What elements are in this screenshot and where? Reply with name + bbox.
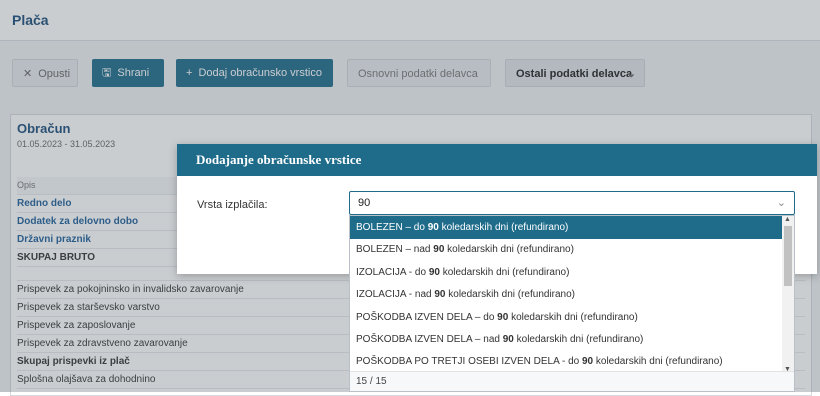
option-text-suffix: koledarskih dni (refundirano) bbox=[438, 222, 569, 233]
payment-type-select[interactable]: 90 ⌄ bbox=[349, 191, 795, 215]
option-match-highlight: 90 bbox=[433, 244, 445, 256]
payroll-page: Plača ✕ Opusti 🖫 Shrani + Dodaj obračunsko … bbox=[0, 0, 820, 396]
option-text-suffix: koledarskih dni (refundirano) bbox=[593, 356, 723, 368]
results-count: 15 / 15 bbox=[350, 371, 794, 391]
payment-type-input[interactable]: 90 bbox=[358, 197, 370, 209]
dropdown-option[interactable]: IZOLACIJA - nad 90 koledarskih dni (refu… bbox=[350, 283, 782, 306]
option-text-prefix: POŠKODBA IZVEN DELA – nad bbox=[356, 334, 503, 345]
option-text-suffix: koledarskih dni (refundirano) bbox=[508, 311, 638, 323]
option-match-highlight: 90 bbox=[497, 311, 509, 323]
option-text-prefix: POŠKODBA PO TRETJI OSEBI IZVEN DELA - do bbox=[356, 356, 582, 368]
option-text-prefix: IZOLACIJA - nad bbox=[356, 289, 435, 301]
option-match-highlight: 90 bbox=[582, 356, 594, 368]
payment-type-label: Vrsta izplačila: bbox=[197, 199, 268, 211]
scrollbar-thumb[interactable] bbox=[784, 226, 792, 286]
option-text-suffix: koledarskih dni (refundirano) bbox=[439, 266, 570, 278]
option-text-prefix: BOLEZEN – do bbox=[356, 222, 428, 233]
chevron-down-icon: ⌄ bbox=[776, 197, 786, 209]
option-match-highlight: 90 bbox=[502, 334, 514, 345]
option-text-prefix: BOLEZEN – nad bbox=[356, 244, 434, 256]
option-text-prefix: POŠKODBA IZVEN DELA – do bbox=[356, 311, 498, 323]
option-text-suffix: koledarskih dni (refundirano) bbox=[445, 289, 576, 301]
dropdown-option[interactable]: BOLEZEN – nad 90 koledarskih dni (refund… bbox=[350, 238, 782, 261]
dropdown-option[interactable]: IZOLACIJA - do 90 koledarskih dni (refun… bbox=[350, 261, 782, 284]
dropdown-option[interactable]: BOLEZEN – do 90 koledarskih dni (refundi… bbox=[350, 216, 782, 239]
option-text-suffix: koledarskih dni (refundirano) bbox=[444, 244, 574, 256]
payment-type-dropdown: BOLEZEN – do 90 koledarskih dni (refundi… bbox=[349, 215, 795, 392]
dropdown-scrollbar[interactable]: ▲ ▼ bbox=[782, 216, 794, 373]
dropdown-option[interactable]: POŠKODBA PO TRETJI OSEBI IZVEN DELA - do… bbox=[350, 350, 782, 373]
dropdown-option[interactable]: POŠKODBA IZVEN DELA – do 90 koledarskih … bbox=[350, 306, 782, 329]
scroll-up-icon[interactable]: ▲ bbox=[784, 216, 791, 223]
option-text-suffix: koledarskih dni (refundirano) bbox=[513, 334, 644, 345]
option-text-prefix: IZOLACIJA - do bbox=[356, 266, 429, 278]
dialog-title: Dodajanje obračunske vrstice bbox=[177, 144, 817, 176]
option-match-highlight: 90 bbox=[427, 222, 439, 233]
option-match-highlight: 90 bbox=[434, 289, 446, 301]
option-match-highlight: 90 bbox=[428, 266, 440, 278]
dropdown-option[interactable]: POŠKODBA IZVEN DELA – nad 90 koledarskih… bbox=[350, 328, 782, 351]
